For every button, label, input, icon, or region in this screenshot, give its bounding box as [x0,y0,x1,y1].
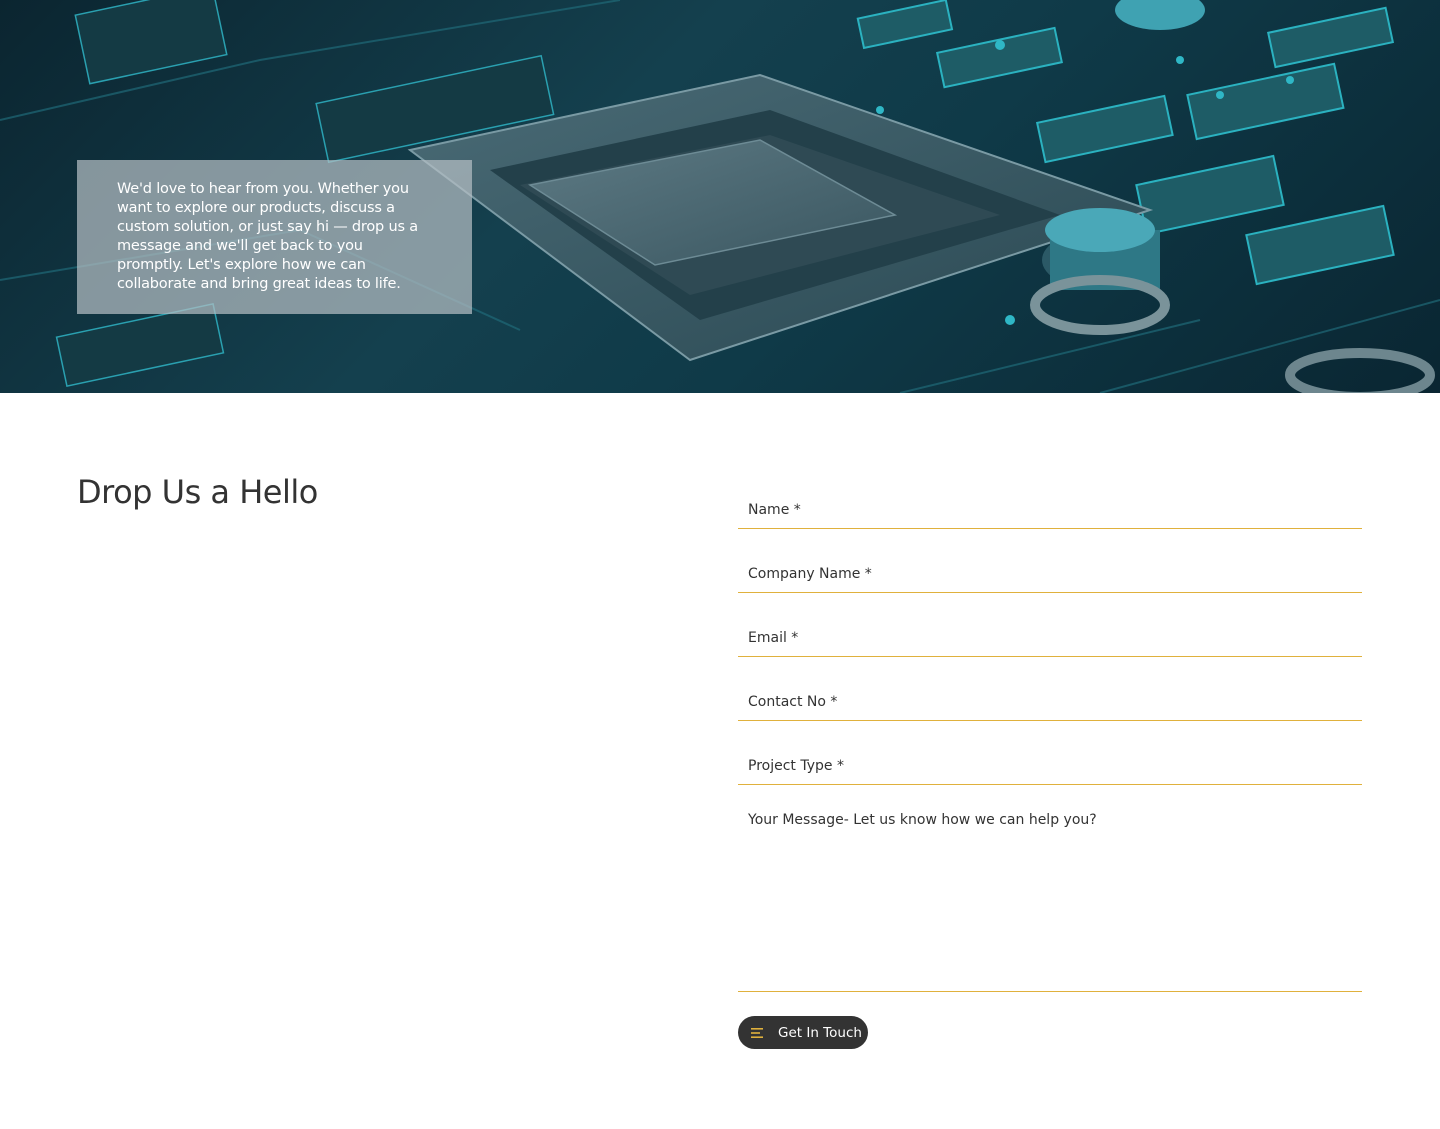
name-input[interactable] [738,470,1362,529]
intro-panel: We'd love to hear from you. Whether you … [77,160,472,314]
email-input[interactable] [738,598,1362,657]
company-name-input[interactable] [738,534,1362,593]
get-in-touch-label: Get In Touch [778,1024,862,1041]
message-textarea[interactable] [738,790,1362,992]
contact-form [738,470,1362,992]
get-in-touch-button[interactable]: Get In Touch [738,1016,868,1049]
menu-lines-icon [750,1027,764,1039]
contact-number-input[interactable] [738,662,1362,721]
page-title: Drop Us a Hello [77,473,318,511]
hero-banner: We'd love to hear from you. Whether you … [0,0,1440,393]
intro-text: We'd love to hear from you. Whether you … [117,181,418,292]
project-type-input[interactable] [738,726,1362,785]
